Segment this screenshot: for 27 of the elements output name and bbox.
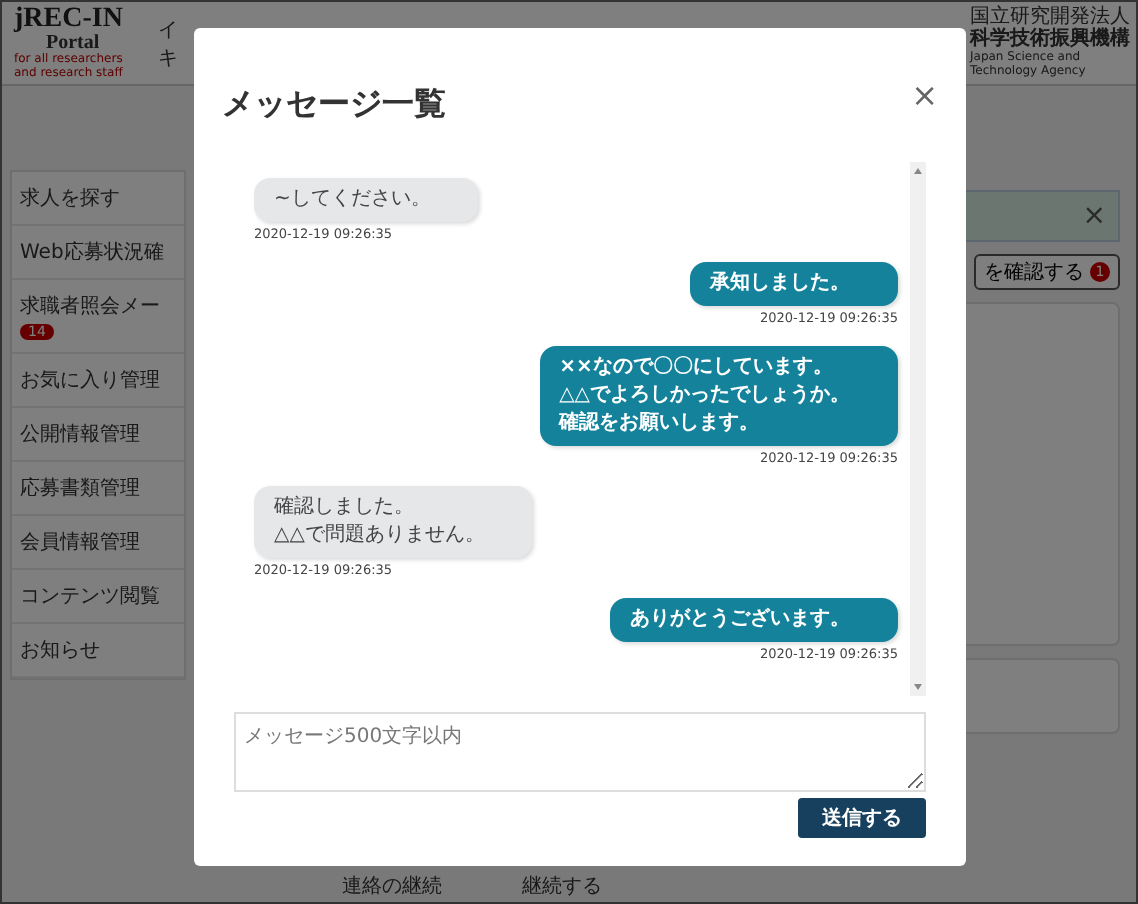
org-label: 国立研究開発法人 <box>970 8 1132 28</box>
scrollbar[interactable] <box>910 162 926 696</box>
sidebar-item[interactable]: 求人を探す <box>12 172 184 226</box>
message-bubble: ありがとうございます。 <box>610 598 898 642</box>
message-bubble: ××なので〇〇にしています。 △△でよろしかったでしょうか。 確認をお願いします。 <box>539 346 898 446</box>
close-button[interactable]: × <box>911 76 938 114</box>
sidebar-item[interactable]: お気に入り管理 <box>12 354 184 408</box>
org-name: 科学技術振興機構 <box>970 29 1132 50</box>
sidebar-item[interactable]: 公開情報管理 <box>12 408 184 462</box>
sidebar-item[interactable]: 応募書類管理 <box>12 462 184 516</box>
logo-subtext: Portal <box>46 34 100 54</box>
sidebar-item[interactable]: コンテンツ閲覧 <box>12 570 184 624</box>
message-bubble: 承知しました。 <box>690 262 898 306</box>
header-text: キ <box>158 45 180 71</box>
message-bubble: 確認しました。 △△で問題ありません。 <box>254 486 533 558</box>
message-bubble: ~してください。 <box>254 178 479 222</box>
close-button[interactable]: × <box>1082 200 1106 232</box>
sidebar-item[interactable]: 会員情報管理 <box>12 516 184 570</box>
message-input-field[interactable]: メッセージ500文字以内 <box>234 712 926 792</box>
dialog-title: メッセージ一覧 <box>222 84 446 126</box>
sidebar-item[interactable]: お知らせ <box>12 624 184 678</box>
header-text: イ <box>158 17 180 43</box>
row-value: 継続する <box>522 873 602 900</box>
send-button[interactable]: 送信する <box>798 798 926 838</box>
row-label: 連絡の継続 <box>342 873 442 900</box>
logo-text[interactable]: jREC-IN <box>14 6 146 34</box>
sidebar-item[interactable]: Web応募状況確 <box>12 226 184 280</box>
